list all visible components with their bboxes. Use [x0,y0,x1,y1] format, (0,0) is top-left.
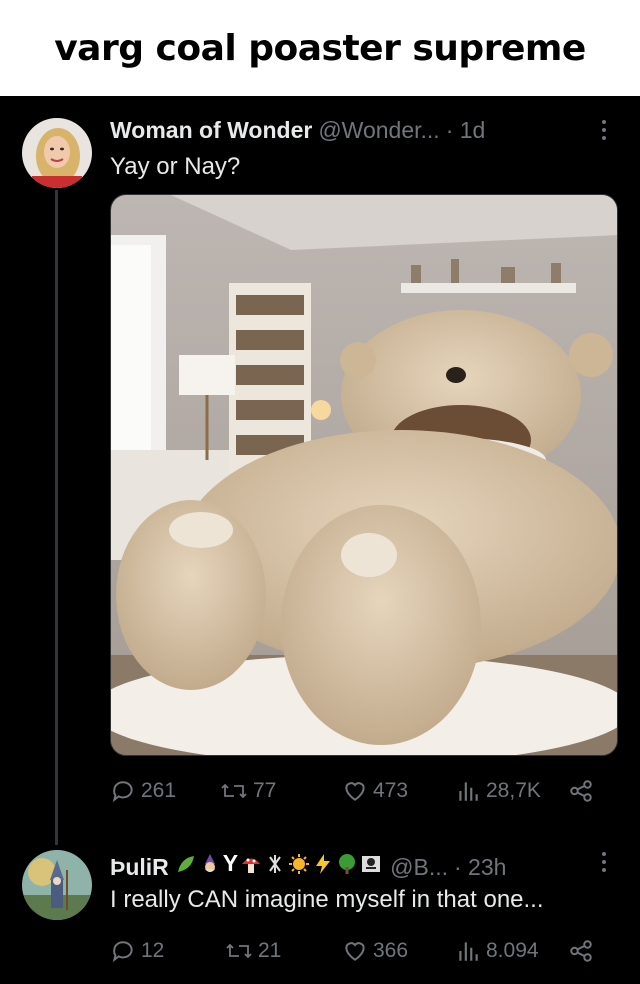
author-name[interactable]: Woman of Wonder [110,117,312,144]
retweet-icon [221,783,247,799]
share-button[interactable] [568,778,594,804]
like-button[interactable]: 366 [342,938,408,964]
reply-icon [112,781,133,803]
mushroom-emoji-icon [242,858,261,873]
retweet-icon [226,943,252,959]
tweet-header: Woman of Wonder @Wonder... · 1d [110,117,485,144]
y-glyph: Y [222,850,239,876]
meme-caption-bar: varg coal poaster supreme [0,0,640,96]
more-options-icon[interactable] [601,120,607,140]
views-icon [459,942,478,961]
views-count: 28,7K [486,779,541,802]
reply-button[interactable]: 12 [110,938,164,964]
reply-icon [112,941,133,963]
views-icon [459,782,478,801]
views-button[interactable]: 28,7K [455,778,541,804]
thread-connector [55,190,58,845]
views-count: 8.094 [486,939,539,962]
heart-icon [345,782,365,801]
norse-symbol-icon [269,854,281,873]
skull-flag-emoji-icon [362,855,381,872]
author-emoji-row: Y [175,850,384,877]
reply-button[interactable]: 261 [110,778,176,804]
share-button[interactable] [568,938,594,964]
like-count: 473 [373,779,409,802]
avatar[interactable] [22,850,92,920]
author-handle[interactable]: @B... [390,854,448,881]
meme-caption: varg coal poaster supreme [54,27,586,69]
more-options-icon[interactable] [601,852,607,872]
avatar[interactable] [22,118,92,188]
reply-actions: 12 21 366 8.094 [110,938,610,968]
leaf-emoji-icon [177,855,194,872]
author-name[interactable]: ÞuliR [110,854,169,881]
views-button[interactable]: 8.094 [455,938,539,964]
author-handle[interactable]: @Wonder... [318,117,439,144]
heart-icon [345,942,365,961]
tree-emoji-icon [339,853,356,874]
sun-emoji-icon [289,853,310,874]
retweet-count: 77 [253,779,277,802]
timestamp[interactable]: · 23h [454,854,506,881]
share-icon [570,940,592,962]
reply-text: I really CAN imagine myself in that one.… [110,886,544,913]
retweet-button[interactable]: 77 [220,778,276,804]
wizard-emoji-icon [204,853,215,872]
reply-count: 261 [141,779,177,802]
reply-count: 12 [141,939,165,962]
like-button[interactable]: 473 [342,778,408,804]
reply-header: ÞuliR Y @B... · 23h [110,850,506,881]
lightning-emoji-icon [316,853,331,874]
retweet-count: 21 [258,939,282,962]
tweet-text: Yay or Nay? [110,153,241,180]
tweet-media-image[interactable] [110,194,618,756]
timestamp[interactable]: · 1d [446,117,486,144]
retweet-button[interactable]: 21 [225,938,281,964]
share-icon [570,780,592,802]
like-count: 366 [373,939,409,962]
tweet-actions: 261 77 473 28,7K [110,778,610,808]
